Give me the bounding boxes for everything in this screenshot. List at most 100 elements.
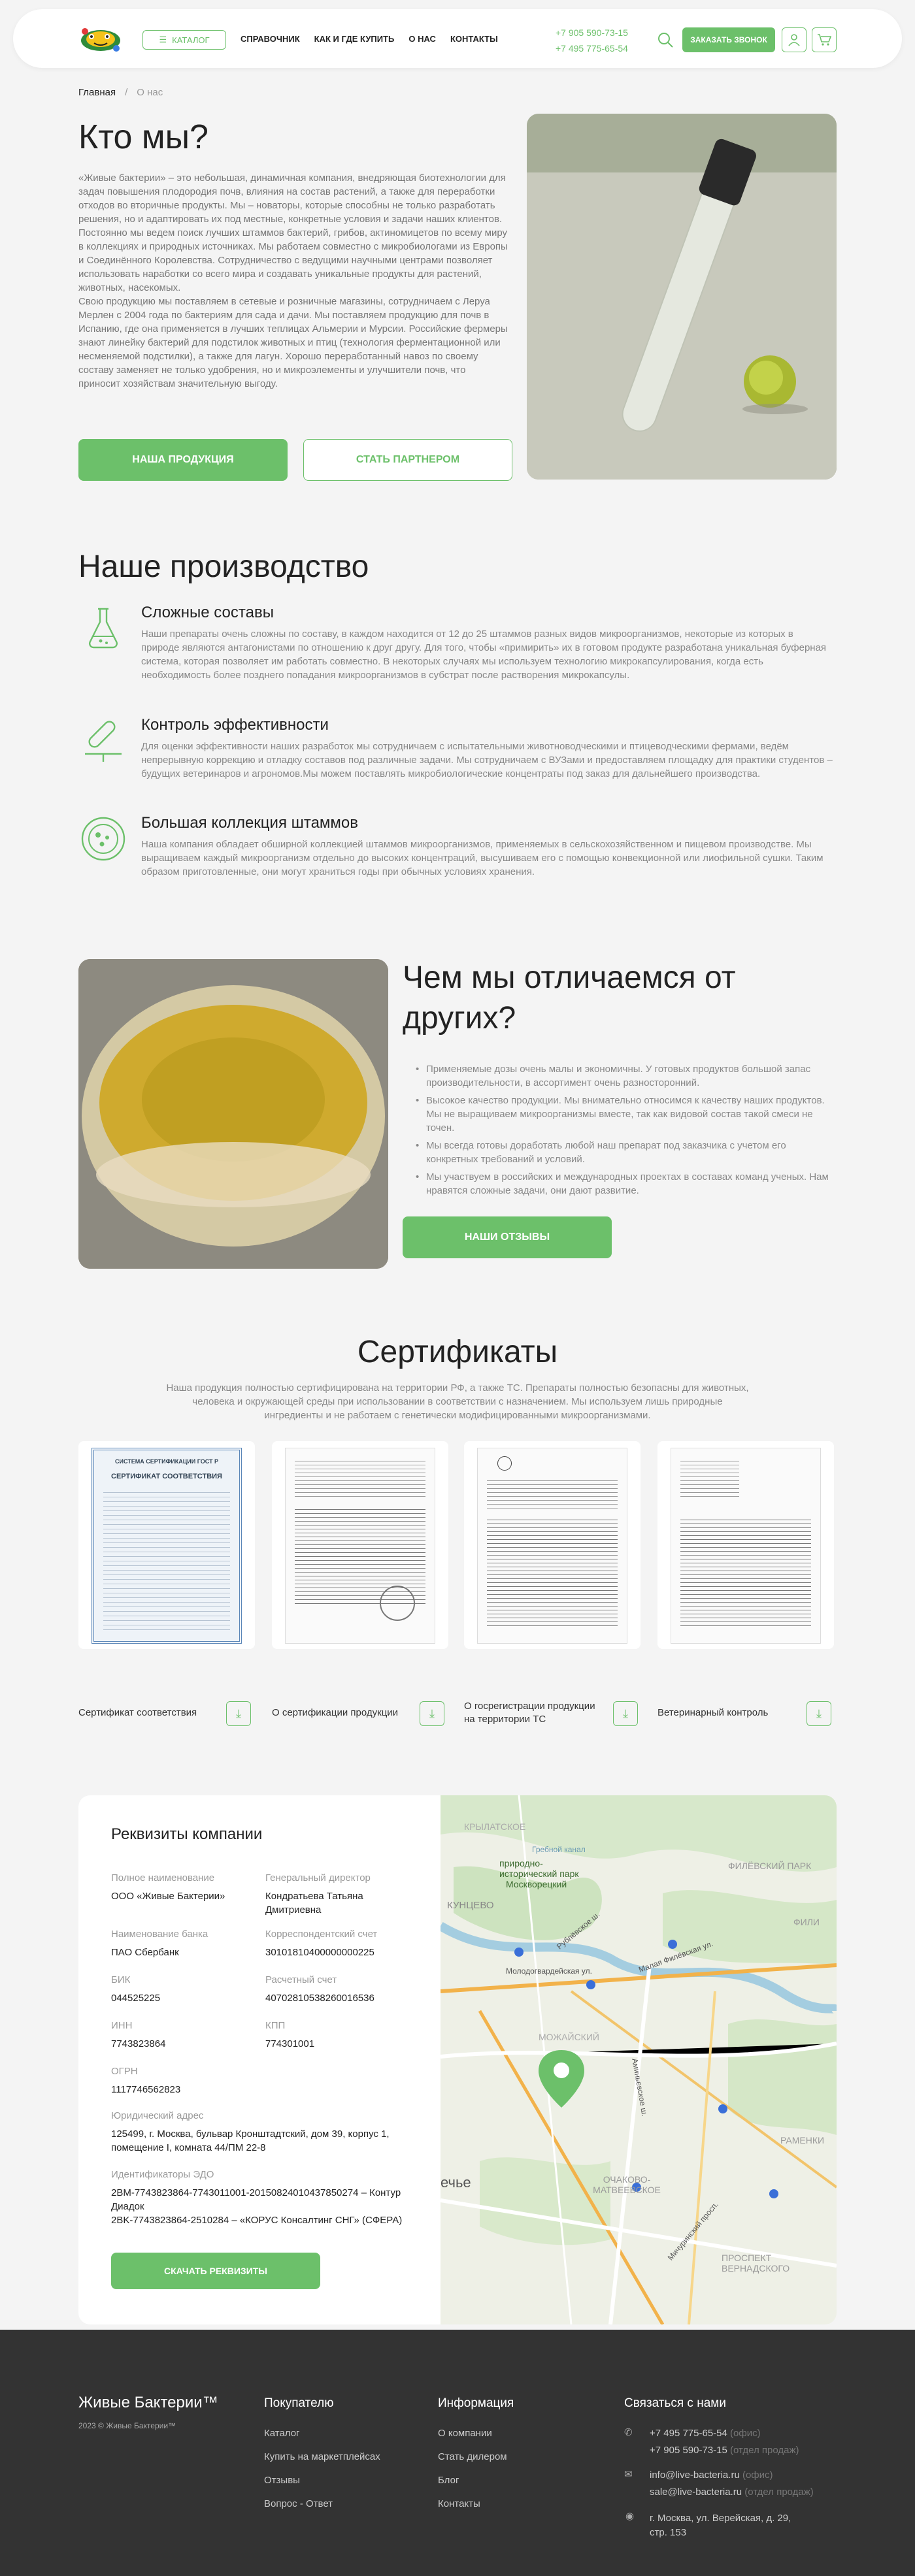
footer-brand[interactable]: Живые Бактерии™: [78, 2394, 218, 2412]
field-value: ПАО Сбербанк: [111, 1947, 179, 1958]
nav-item-how-to-buy[interactable]: Как и где купить: [314, 34, 395, 44]
download-button[interactable]: ⤓: [226, 1701, 251, 1726]
map-label: природно-исторический парк: [499, 1858, 579, 1879]
certificate-card[interactable]: [272, 1441, 448, 1649]
footer-phone[interactable]: +7 905 590-73-15 (отдел продаж): [650, 2445, 799, 2456]
become-partner-button[interactable]: Стать партнером: [303, 439, 512, 481]
about-paragraph: «Живые бактерии» – это небольшая, динами…: [78, 172, 506, 225]
flask-icon: [89, 608, 118, 649]
footer-phone[interactable]: +7 495 775-65-54 (офис): [650, 2428, 761, 2439]
test-tube-icon: [85, 721, 122, 762]
order-call-button[interactable]: Заказать звонок: [682, 27, 775, 52]
certificate-card[interactable]: [464, 1441, 640, 1649]
field-value: Кондратьева Татьяна Дмитриевна: [265, 1891, 363, 1916]
map-label: РАМЕНКИ: [780, 2135, 825, 2145]
download-button[interactable]: ⤓: [613, 1701, 638, 1726]
footer-link[interactable]: Купить на маркетплейсах: [264, 2451, 380, 2462]
our-products-button[interactable]: Наша продукция: [78, 439, 288, 481]
feature-title: Контроль эффективности: [141, 716, 329, 734]
certificate-label[interactable]: Сертификат соответствия: [78, 1706, 197, 1720]
phone-number: +7 905 590-73-15: [650, 2445, 727, 2456]
header-phones: +7 905 590-73-15 +7 495 775-65-54: [556, 25, 628, 56]
certificate-card[interactable]: СИСТЕМА СЕРТИФИКАЦИИ ГОСТ Р СЕРТИФИКАТ С…: [78, 1441, 255, 1649]
field-label: КПП: [265, 2020, 286, 2031]
test-tube-photo: [527, 114, 837, 480]
field-value: 2BK-7743823864-2510284 – «КОРУС Консалти…: [111, 2215, 403, 2226]
map-label: ФИЛИ: [793, 1917, 820, 1927]
cart-button[interactable]: [812, 27, 837, 52]
footer-link[interactable]: Вопрос - Ответ: [264, 2498, 333, 2509]
letter-document: [477, 1448, 627, 1644]
list-item: Высокое качество продукции. Мы вниматель…: [416, 1094, 834, 1135]
download-requisites-button[interactable]: Скачать реквизиты: [111, 2253, 320, 2289]
feature-text: Для оценки эффективности наших разработо…: [141, 741, 833, 779]
feature-text: Наша компания обладает обширной коллекци…: [141, 839, 824, 877]
field-label: ОГРН: [111, 2066, 138, 2077]
download-button[interactable]: ⤓: [420, 1701, 444, 1726]
nav-item-about[interactable]: О нас: [408, 34, 436, 44]
field-value: 125499, г. Москва, бульвар Кронштадтский…: [111, 2128, 390, 2153]
field-label: ИНН: [111, 2020, 133, 2031]
field-value: 044525225: [111, 1993, 161, 2004]
difference-title: Чем мы отличаемся от других?: [403, 960, 736, 1035]
footer-email[interactable]: info@live-bacteria.ru (офис): [650, 2470, 773, 2481]
map-label: КРЫЛАТСКОЕ: [464, 1821, 526, 1832]
field-label: БИК: [111, 1974, 131, 1985]
main-nav: Справочник Как и где купить О нас Контак…: [241, 34, 498, 44]
breadcrumb-home[interactable]: Главная: [78, 87, 116, 98]
nav-item-reference[interactable]: Справочник: [241, 34, 300, 44]
phone-note: (отдел продаж): [730, 2445, 799, 2456]
download-button[interactable]: ⤓: [807, 1701, 831, 1726]
header-phone-1[interactable]: +7 905 590-73-15: [556, 25, 628, 41]
menu-icon: ☰: [159, 35, 167, 44]
petri-dish-photo: [78, 959, 388, 1269]
catalog-button[interactable]: ☰ Каталог: [142, 30, 226, 50]
search-icon[interactable]: [657, 31, 674, 48]
location-map[interactable]: КРЫЛАТСКОЕ Гребной канал Москворецкий пр…: [441, 1795, 837, 2324]
feature-strain-collection: Большая коллекция штаммов Наша компания …: [78, 814, 837, 899]
nav-item-contacts[interactable]: Контакты: [450, 34, 498, 44]
feature-efficiency-control: Контроль эффективности Для оценки эффект…: [78, 716, 837, 794]
document-header: СИСТЕМА СЕРТИФИКАЦИИ ГОСТ Р: [114, 1458, 218, 1465]
our-reviews-button[interactable]: Наши отзывы: [403, 1216, 612, 1258]
field-label: Расчетный счет: [265, 1974, 337, 1985]
certificate-card[interactable]: [657, 1441, 834, 1649]
logo-icon[interactable]: [77, 24, 124, 55]
footer-column-title: Покупателю: [264, 2396, 334, 2410]
footer-link[interactable]: Каталог: [264, 2428, 300, 2439]
footer-column-title: Информация: [438, 2396, 514, 2410]
footer-link[interactable]: О компании: [438, 2428, 492, 2439]
map-label: КУНЦЕВО: [447, 1900, 494, 1911]
certificate-label[interactable]: О госрегистрации продукции на территории…: [464, 1700, 601, 1726]
list-item: Применяемые дозы очень малы и экономичны…: [416, 1062, 834, 1090]
footer-link[interactable]: Блог: [438, 2475, 459, 2486]
feature-text: Наши препараты очень сложны по составу, …: [141, 628, 827, 681]
mail-icon: ✉: [624, 2469, 633, 2480]
account-button[interactable]: [782, 27, 807, 52]
about-paragraph: Свою продукцию мы поставляем в сетевые и…: [78, 296, 508, 389]
map-label: ОЧАКОВО-МАТВЕЕВСКОЕ: [593, 2174, 661, 2195]
document-lines: [487, 1516, 618, 1627]
field-label: Юридический адрес: [111, 2110, 204, 2121]
certificate-label[interactable]: Ветеринарный контроль: [657, 1706, 768, 1720]
footer-email[interactable]: sale@live-bacteria.ru (отдел продаж): [650, 2486, 814, 2498]
user-icon: [788, 34, 800, 46]
copyright: 2023 © Живые Бактерии™: [78, 2421, 176, 2430]
footer-link[interactable]: Контакты: [438, 2498, 480, 2509]
field-value: 2BM-7743823864-7743011001-20150824010437…: [111, 2187, 401, 2212]
emblem-icon: [497, 1456, 512, 1471]
download-icon: ⤓: [816, 1706, 822, 1720]
feature-complex-compositions: Сложные составы Наши препараты очень сло…: [78, 604, 837, 695]
field-label: Генеральный директор: [265, 1872, 371, 1883]
breadcrumb-separator: /: [125, 87, 128, 98]
footer-link[interactable]: Стать дилером: [438, 2451, 507, 2462]
stamp-icon: [380, 1586, 415, 1621]
certificate-label[interactable]: О сертификации продукции: [272, 1706, 398, 1720]
test-tube-illustration: [527, 114, 837, 480]
field-label: Наименование банка: [111, 1929, 208, 1940]
footer-link[interactable]: Отзывы: [264, 2475, 300, 2486]
header-phone-2[interactable]: +7 495 775-65-54: [556, 41, 628, 56]
map-label: ечье: [441, 2174, 471, 2191]
requisites-panel: Реквизиты компании Полное наименование О…: [78, 1795, 837, 2324]
field-value: 774301001: [265, 2038, 315, 2049]
